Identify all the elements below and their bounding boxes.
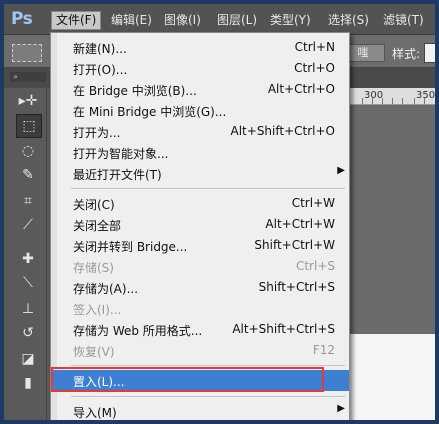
style-label: 样式: <box>392 47 421 61</box>
highlight-annotation-box <box>51 367 324 392</box>
quick-select-icon[interactable]: ✎ <box>16 164 40 186</box>
menu-item-browse-bridge[interactable]: 在 Bridge 中浏览(B)... Alt+Ctrl+O <box>51 79 349 100</box>
crop-icon[interactable]: ⌗ <box>16 190 40 212</box>
menu-filter[interactable]: 滤镜(T) <box>379 12 428 29</box>
menu-item-close[interactable]: 关闭(C) Ctrl+W <box>51 193 349 214</box>
history-brush-icon[interactable]: ↺ <box>16 322 40 344</box>
lasso-icon[interactable]: ◌ <box>16 140 40 162</box>
menu-image[interactable]: 图像(I) <box>160 12 205 29</box>
submenu-arrow-icon: ▶ <box>337 165 345 176</box>
menu-item-recent-files[interactable]: 最近打开文件(T) ▶ <box>51 163 349 184</box>
menu-item-check-in[interactable]: 签入(I)... <box>51 298 349 319</box>
stamp-icon[interactable]: ⊥ <box>16 298 40 320</box>
horizontal-ruler: 300 350 <box>348 88 435 105</box>
submenu-arrow-icon: ▶ <box>337 403 345 414</box>
menu-item-open-as[interactable]: 打开为... Alt+Shift+Ctrl+O <box>51 121 349 142</box>
marquee-icon[interactable]: ⬚ <box>16 114 42 138</box>
menu-select[interactable]: 选择(S) <box>324 12 373 29</box>
menu-item-browse-mini-bridge[interactable]: 在 Mini Bridge 中浏览(G)... <box>51 100 349 121</box>
menu-item-open-as-smart-object[interactable]: 打开为智能对象... <box>51 142 349 163</box>
menu-item-revert[interactable]: 恢复(V) F12 <box>51 340 349 361</box>
file-menu-dropdown: 新建(N)... Ctrl+N 打开(O)... Ctrl+O 在 Bridge… <box>50 32 350 420</box>
menu-item-new[interactable]: 新建(N)... Ctrl+N <box>51 37 349 58</box>
menu-item-import[interactable]: 导入(M) ▶ <box>51 401 349 420</box>
eyedropper-icon[interactable]: ⟋ <box>16 214 40 236</box>
eraser-icon[interactable]: ◪ <box>16 348 40 370</box>
menu-item-close-go-bridge[interactable]: 关闭并转到 Bridge... Shift+Ctrl+W <box>51 235 349 256</box>
menu-item-open[interactable]: 打开(O)... Ctrl+O <box>51 58 349 79</box>
document-canvas[interactable] <box>348 334 435 420</box>
photoshop-window: Ps 文件(F) 编辑(E) 图像(I) 图层(L) 类型(Y) 选择(S) 滤… <box>4 4 435 420</box>
menu-edit[interactable]: 编辑(E) <box>107 12 156 29</box>
menu-layer[interactable]: 图层(L) <box>213 12 261 29</box>
menu-item-save-as[interactable]: 存储为(A)... Shift+Ctrl+S <box>51 277 349 298</box>
menu-bar: Ps 文件(F) 编辑(E) 图像(I) 图层(L) 类型(Y) 选择(S) 滤… <box>4 4 435 35</box>
style-select[interactable] <box>424 43 435 63</box>
gradient-icon[interactable]: ▮ <box>16 372 40 394</box>
menu-item-save[interactable]: 存储(S) Ctrl+S <box>51 256 349 277</box>
menu-separator <box>71 396 345 397</box>
menu-file[interactable]: 文件(F) <box>51 11 102 30</box>
menu-separator <box>71 188 345 189</box>
healing-icon[interactable]: ✚ <box>16 248 40 270</box>
menu-type[interactable]: 类型(Y) <box>266 12 315 29</box>
tools-panel-header: » <box>10 72 46 82</box>
marquee-preset-icon[interactable] <box>12 44 42 62</box>
ps-logo: Ps <box>11 9 33 29</box>
ruler-tick-300: 300 <box>364 90 384 101</box>
brush-icon[interactable]: ⟍ <box>16 272 40 294</box>
menu-item-save-for-web[interactable]: 存储为 Web 所用格式... Alt+Shift+Ctrl+S <box>51 319 349 340</box>
tools-panel: ▸✛ ⬚ ◌ ✎ ⌗ ⟋ ✚ ⟍ ⊥ ↺ ◪ ▮ <box>10 88 47 420</box>
menu-item-close-all[interactable]: 关闭全部 Alt+Ctrl+W <box>51 214 349 235</box>
ruler-tick-350: 350 <box>416 90 435 101</box>
move-icon[interactable]: ▸✛ <box>16 90 40 112</box>
menu-separator <box>71 365 345 366</box>
canvas-background <box>348 105 435 334</box>
